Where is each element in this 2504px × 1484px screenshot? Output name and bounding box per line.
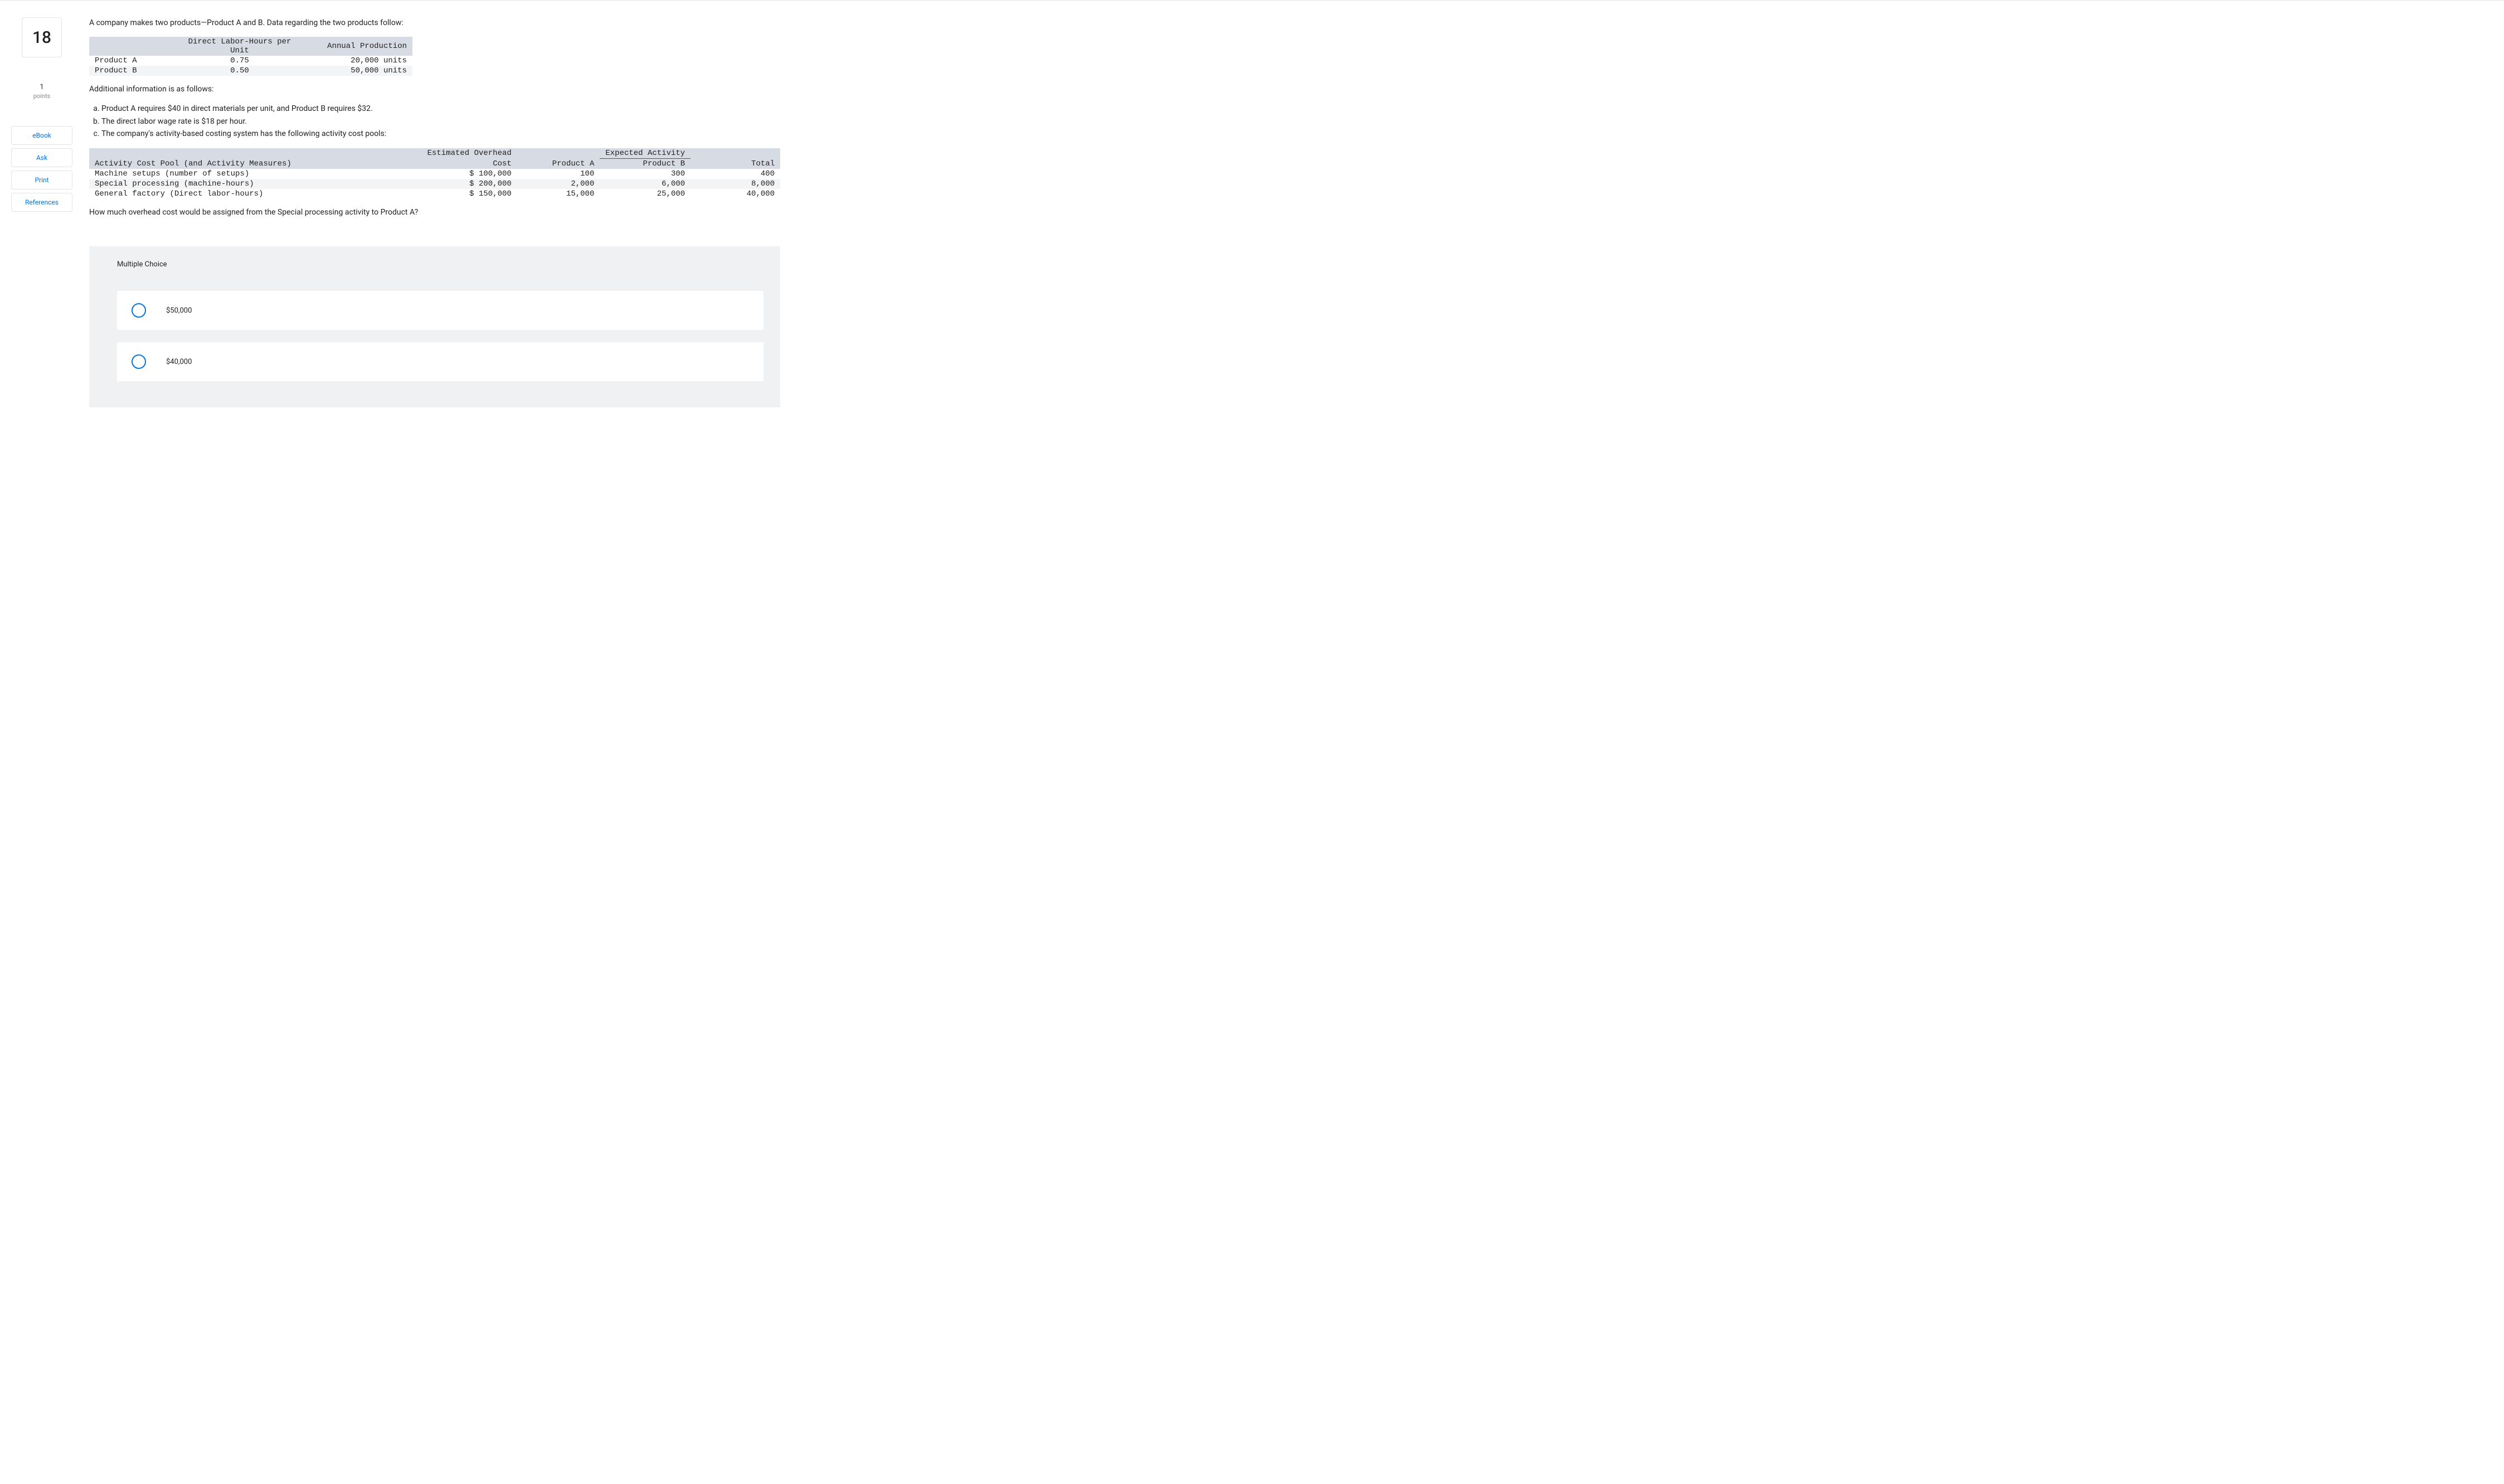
ask-button-label: Ask — [36, 154, 47, 162]
references-button[interactable]: References — [11, 193, 72, 212]
col-annual: Annual Production — [301, 37, 412, 56]
radio-icon — [132, 354, 146, 369]
col-product-a: Product A — [517, 159, 600, 169]
additional-info-list: Product A requires $40 in direct materia… — [89, 103, 2482, 140]
cell-total: 400 — [691, 169, 780, 179]
points-value: 1 — [6, 83, 78, 91]
cell-pa: 15,000 — [517, 189, 600, 199]
points-label: points — [33, 93, 50, 100]
col-dlh: Direct Labor-Hours per Unit — [178, 37, 301, 56]
ebook-button[interactable]: eBook — [11, 126, 72, 145]
cell-cost: $ 100,000 — [407, 169, 517, 179]
activity-cost-pool-table: Estimated Overhead Expected Activity Act… — [89, 148, 780, 199]
cell-pool: Machine setups (number of setups) — [89, 169, 407, 179]
col-group-expected: Expected Activity — [600, 148, 691, 159]
cell-total: 40,000 — [691, 189, 780, 199]
table-header-row: Activity Cost Pool (and Activity Measure… — [89, 159, 780, 169]
row-name: Product A — [89, 56, 178, 66]
choice-label: $40,000 — [166, 358, 192, 366]
table-row: Special processing (machine-hours) $ 200… — [89, 179, 780, 189]
cell-pool: General factory (Direct labor-hours) — [89, 189, 407, 199]
cell-pool: Special processing (machine-hours) — [89, 179, 407, 189]
ask-button[interactable]: Ask — [11, 148, 72, 167]
col-cost: Cost — [407, 159, 517, 169]
product-data-table: Direct Labor-Hours per Unit Annual Produ… — [89, 37, 412, 76]
answer-area: Multiple Choice $50,000 $40,000 — [89, 246, 780, 407]
cell-pb: 25,000 — [600, 189, 691, 199]
question-body: A company makes two products—Product A a… — [78, 12, 2498, 407]
cell-pa: 2,000 — [517, 179, 600, 189]
question-number: 18 — [32, 28, 51, 47]
col-product-b: Product B — [600, 159, 691, 169]
question-sidebar: 18 1 points eBook Ask Print References — [6, 12, 78, 407]
answer-choice[interactable]: $40,000 — [117, 342, 764, 381]
print-button-label: Print — [35, 176, 48, 184]
col-pool: Activity Cost Pool (and Activity Measure… — [89, 159, 407, 169]
table-header-row: Direct Labor-Hours per Unit Annual Produ… — [89, 37, 412, 56]
col-total: Total — [691, 159, 780, 169]
cell-pb: 6,000 — [600, 179, 691, 189]
info-item: Product A requires $40 in direct materia… — [101, 103, 2482, 115]
cell-total: 8,000 — [691, 179, 780, 189]
row-dlh: 0.50 — [178, 66, 301, 76]
table-super-header-row: Estimated Overhead Expected Activity — [89, 148, 780, 159]
cell-cost: $ 200,000 — [407, 179, 517, 189]
question-intro: A company makes two products—Product A a… — [89, 17, 2482, 29]
print-button[interactable]: Print — [11, 171, 72, 189]
radio-icon — [132, 303, 146, 318]
answer-type-label: Multiple Choice — [117, 260, 764, 269]
cell-cost: $ 150,000 — [407, 189, 517, 199]
points-block: 1 points — [6, 83, 78, 100]
choice-label: $50,000 — [166, 306, 192, 315]
row-annual: 50,000 units — [301, 66, 412, 76]
table-row: Product A 0.75 20,000 units — [89, 56, 412, 66]
row-annual: 20,000 units — [301, 56, 412, 66]
table-row: General factory (Direct labor-hours) $ 1… — [89, 189, 780, 199]
cell-pa: 100 — [517, 169, 600, 179]
table-row: Machine setups (number of setups) $ 100,… — [89, 169, 780, 179]
row-name: Product B — [89, 66, 178, 76]
question-prompt: How much overhead cost would be assigned… — [89, 207, 2482, 218]
col-group-eoc: Estimated Overhead — [407, 148, 517, 159]
page-root: 18 1 points eBook Ask Print References A… — [0, 0, 2504, 430]
question-number-box: 18 — [22, 17, 62, 57]
info-item: The direct labor wage rate is $18 per ho… — [101, 116, 2482, 128]
additional-intro: Additional information is as follows: — [89, 84, 2482, 95]
row-dlh: 0.75 — [178, 56, 301, 66]
info-item: The company's activity-based costing sys… — [101, 128, 2482, 140]
table-row: Product B 0.50 50,000 units — [89, 66, 412, 76]
answer-choice[interactable]: $50,000 — [117, 291, 764, 330]
cell-pb: 300 — [600, 169, 691, 179]
references-button-label: References — [25, 198, 59, 206]
ebook-button-label: eBook — [32, 132, 51, 139]
